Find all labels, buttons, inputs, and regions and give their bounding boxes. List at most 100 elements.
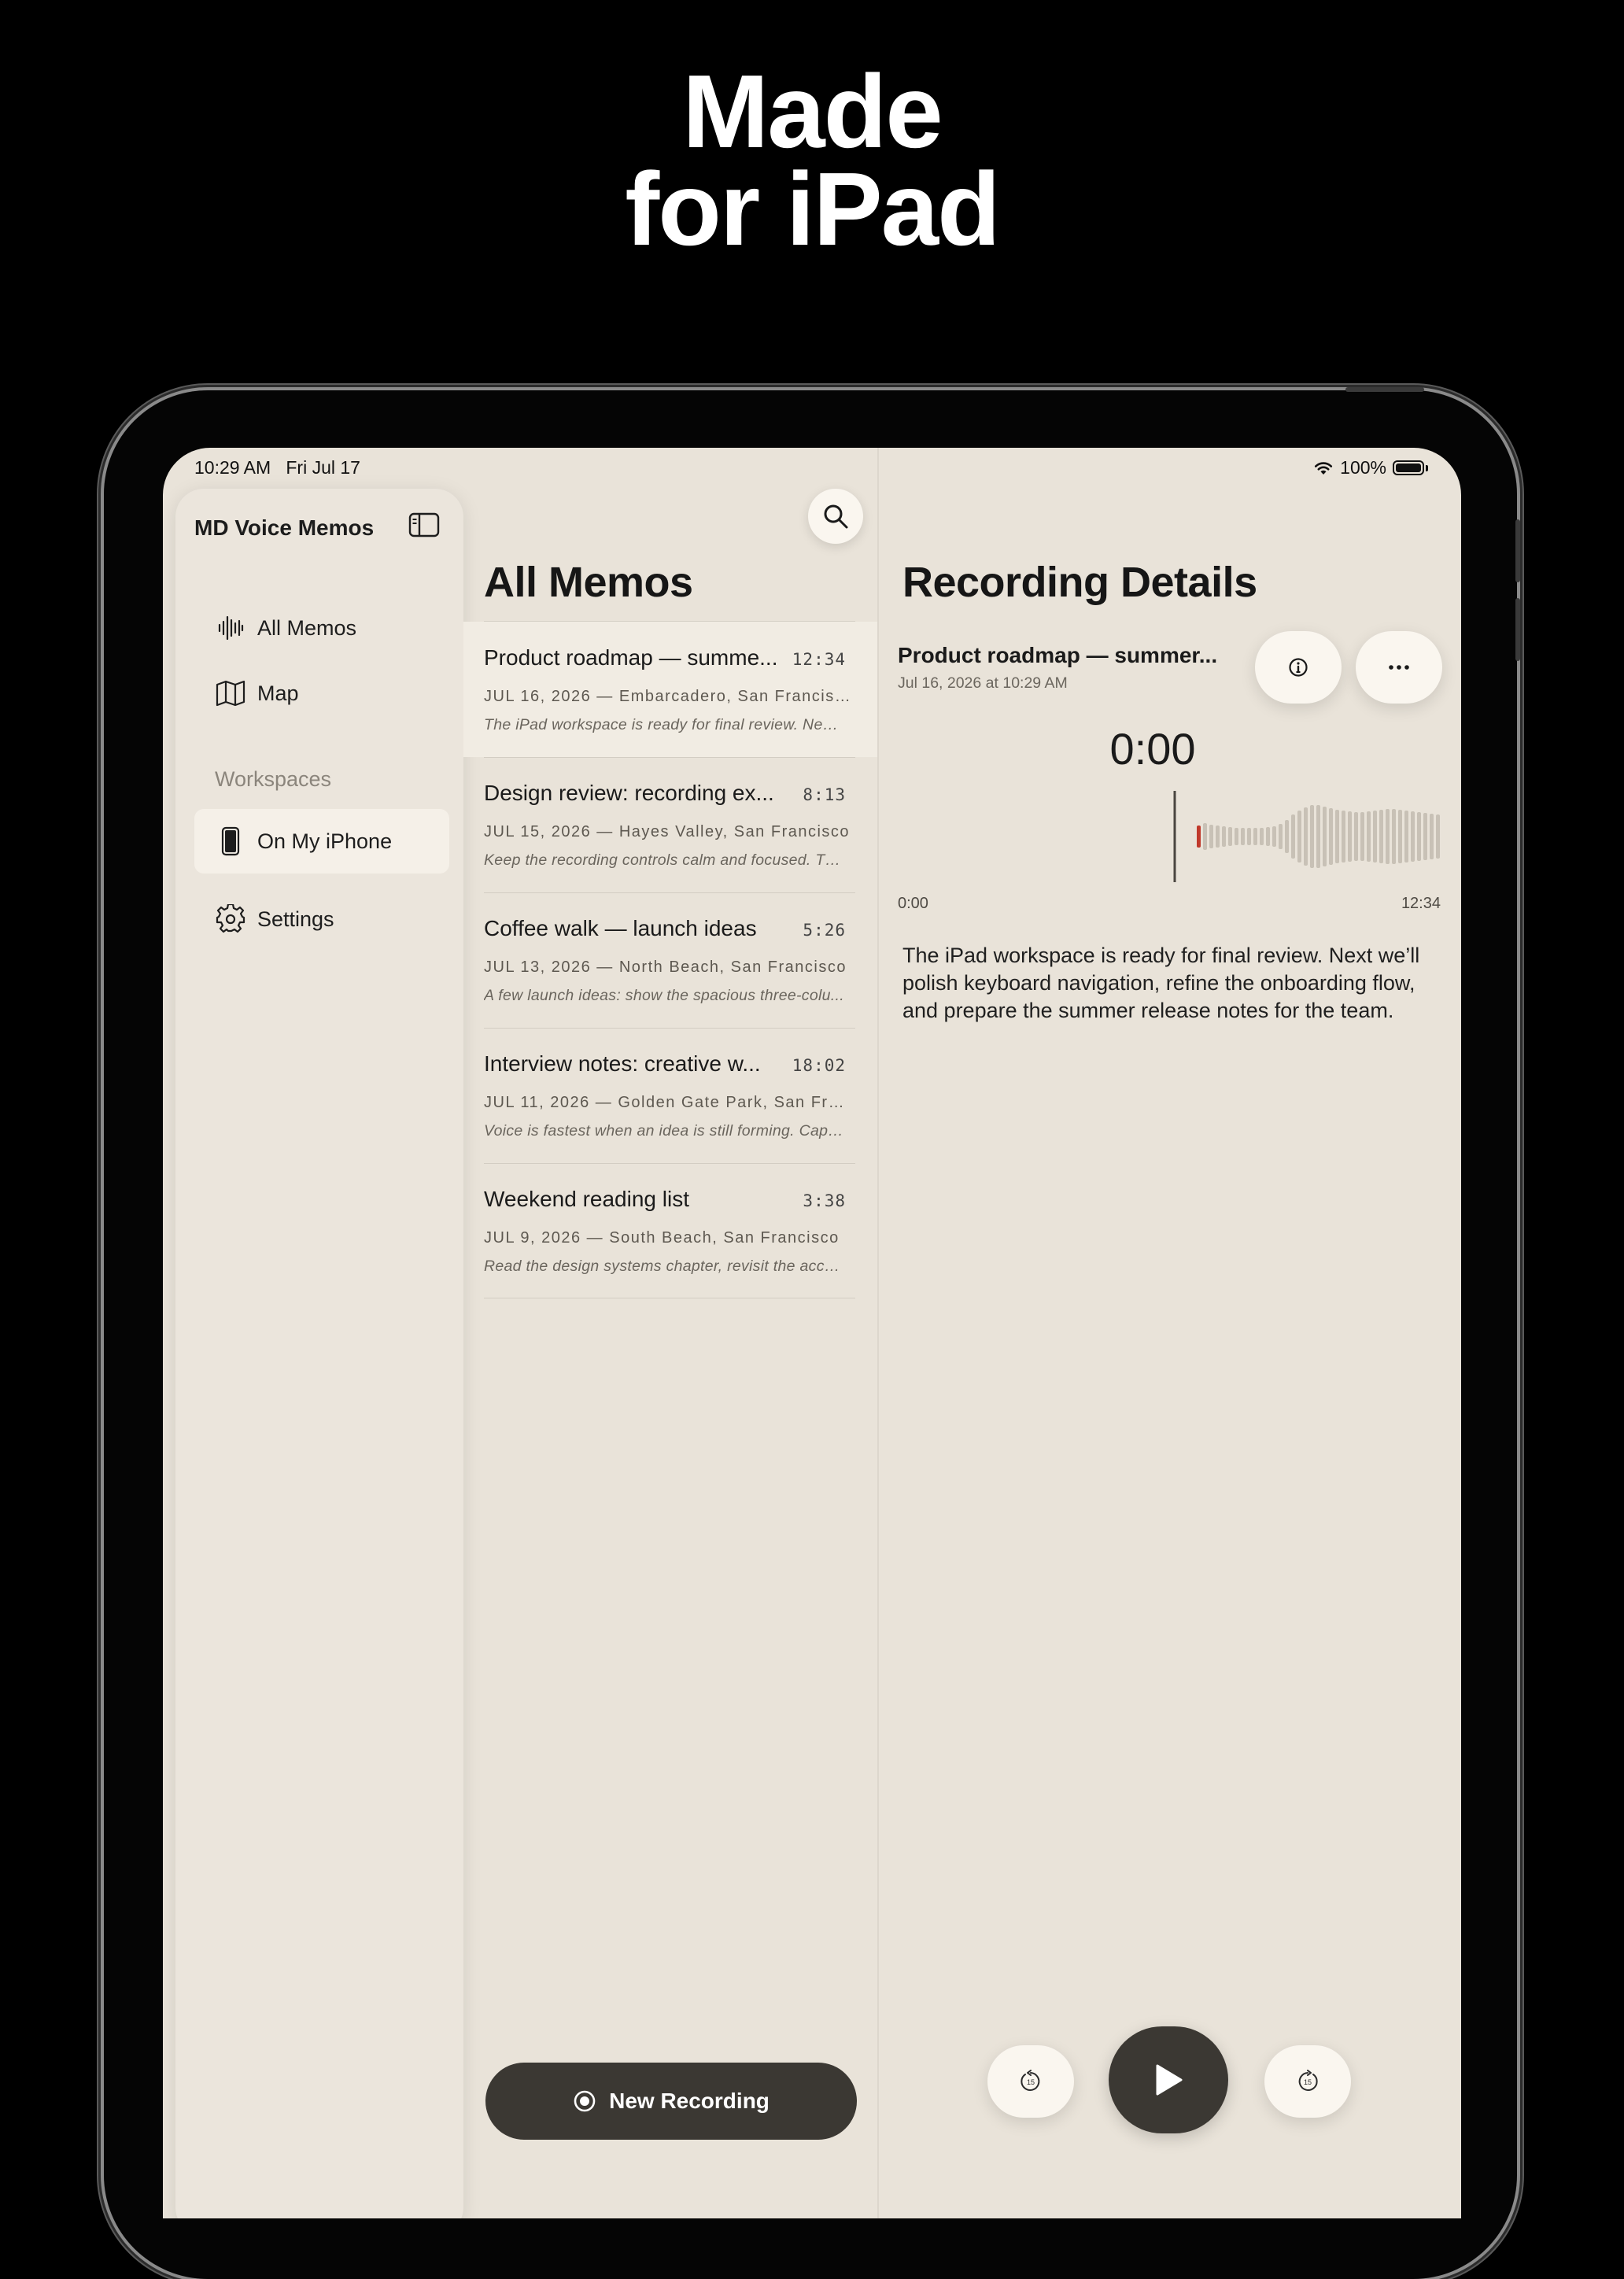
battery-icon [1393, 460, 1424, 475]
waveform-bar [1367, 811, 1371, 862]
waveform-bar [1235, 828, 1238, 845]
waveform-bar [1335, 810, 1339, 863]
memo-snippet: Read the design systems chapter, revisit… [484, 1258, 846, 1275]
play-icon [1156, 2064, 1183, 2096]
memo-duration: 5:26 [803, 921, 846, 940]
waveform-bar [1197, 826, 1201, 848]
memo-row[interactable]: Design review: recording ex... 8:13 JUL … [463, 757, 877, 892]
waveform-bar [1297, 811, 1301, 862]
sidebar: MD Voice Memos All Memos Map Workspaces … [175, 489, 463, 2218]
memo-title: Product roadmap — summe... [484, 645, 778, 670]
memo-row[interactable]: Product roadmap — summe... 12:34 JUL 16,… [463, 622, 877, 757]
memo-duration: 12:34 [792, 650, 846, 669]
memo-title: Design review: recording ex... [484, 781, 774, 805]
headline-line-2: for iPad [625, 151, 1000, 267]
waveform-bar [1373, 811, 1377, 862]
play-button[interactable] [1109, 2026, 1228, 2133]
ellipsis-icon [1389, 665, 1409, 670]
memo-row[interactable]: Weekend reading list 3:38 JUL 9, 2026 — … [463, 1163, 877, 1298]
status-bar: 10:29 AM Fri Jul 17 100% [163, 448, 1461, 487]
map-icon [215, 678, 246, 709]
detail-title: Recording Details [902, 559, 1257, 606]
skip-forward-seconds: 15 [1304, 2078, 1312, 2086]
waveform-icon [215, 612, 246, 644]
sidebar-item-label: Map [257, 681, 299, 705]
memo-title: Interview notes: creative w... [484, 1051, 761, 1076]
new-recording-button[interactable]: New Recording [485, 2063, 857, 2140]
waveform-bar [1266, 827, 1270, 846]
record-icon [574, 2090, 596, 2112]
waveform-bar [1430, 814, 1434, 859]
memo-row[interactable]: Coffee walk — launch ideas 5:26 JUL 13, … [463, 892, 877, 1028]
waveform-bar [1241, 828, 1245, 845]
memo-divider [484, 892, 855, 893]
waveform-bar [1279, 824, 1283, 849]
memo-divider [484, 757, 855, 758]
sidebar-item-label: On My iPhone [257, 829, 393, 853]
start-time: 0:00 [898, 895, 928, 912]
status-time: 10:29 AM Fri Jul 17 [194, 457, 360, 478]
sidebar-item-label: All Memos [257, 615, 357, 640]
waveform-bar [1316, 805, 1320, 868]
memo-meta: JUL 13, 2026 — North Beach, San Francisc… [484, 959, 847, 976]
memo-duration: 3:38 [803, 1191, 846, 1210]
waveform-bar [1310, 805, 1314, 868]
waveform-bar [1285, 820, 1289, 853]
waveform-bar [1348, 811, 1352, 862]
sidebar-item-label: Settings [257, 907, 334, 931]
memo-meta: JUL 16, 2026 — Embarcadero, San Francisc… [484, 688, 851, 705]
sidebar-item-on-my-iphone[interactable]: On My iPhone [194, 809, 449, 874]
memo-title: Weekend reading list [484, 1187, 689, 1211]
new-recording-label: New Recording [609, 2089, 770, 2113]
battery-percent: 100% [1340, 457, 1386, 478]
memo-row[interactable]: Interview notes: creative w... 18:02 JUL… [463, 1028, 877, 1163]
memo-snippet: Keep the recording controls calm and foc… [484, 851, 846, 869]
sidebar-item-map[interactable]: Map [194, 661, 449, 726]
gear-icon [215, 903, 246, 935]
waveform-bar [1392, 809, 1396, 864]
waveform-bar [1228, 827, 1232, 846]
memo-title: Coffee walk — launch ideas [484, 916, 757, 940]
search-button[interactable] [808, 489, 863, 544]
waveform-bar [1386, 809, 1390, 864]
memo-duration: 8:13 [803, 785, 846, 804]
waveform-bar [1398, 810, 1402, 863]
marketing-headline: Made for iPad [0, 54, 1624, 267]
waveform-bar [1253, 828, 1257, 845]
section-label-workspaces: Workspaces [215, 767, 332, 791]
waveform-scrubber[interactable] [898, 788, 1441, 885]
waveform-bar [1222, 826, 1226, 847]
skip-forward-button[interactable]: 15 [1264, 2045, 1351, 2118]
waveform-bar [1203, 823, 1207, 850]
waveform-bar [1247, 828, 1251, 845]
waveform-bar [1291, 814, 1295, 859]
battery-tip [1426, 464, 1428, 471]
waveform-bar [1436, 814, 1440, 859]
top-button [1345, 387, 1424, 392]
more-button[interactable] [1356, 631, 1442, 704]
skip-back-button[interactable]: 15 [987, 2045, 1074, 2118]
waveform-bar [1329, 808, 1333, 865]
recording-date: Jul 16, 2026 at 10:29 AM [898, 674, 1068, 692]
memo-duration: 18:02 [792, 1056, 846, 1075]
memo-meta: JUL 15, 2026 — Hayes Valley, San Francis… [484, 823, 851, 840]
waveform-bar [1379, 810, 1383, 863]
memo-meta: JUL 11, 2026 — Golden Gate Park, San Fra… [484, 1094, 851, 1111]
info-button[interactable] [1255, 631, 1342, 704]
waveform-bar [1411, 811, 1415, 862]
waveform-bar [1417, 812, 1421, 861]
waveform-bar [1304, 807, 1308, 866]
end-time: 12:34 [1401, 895, 1441, 912]
sidebar-item-settings[interactable]: Settings [194, 887, 449, 951]
sidebar-item-all-memos[interactable]: All Memos [194, 596, 449, 660]
sidebar-toggle-icon[interactable] [408, 512, 440, 537]
waveform-bar [1360, 812, 1364, 861]
column-divider [877, 448, 879, 2218]
memo-divider [484, 1028, 855, 1029]
waveform-bar [1404, 811, 1408, 862]
info-icon [1289, 658, 1308, 677]
headline-line-1: Made [682, 54, 943, 169]
memo-snippet: A few launch ideas: show the spacious th… [484, 987, 844, 1004]
skip-forward-15-icon: 15 [1298, 2070, 1318, 2091]
list-title: All Memos [484, 559, 693, 606]
